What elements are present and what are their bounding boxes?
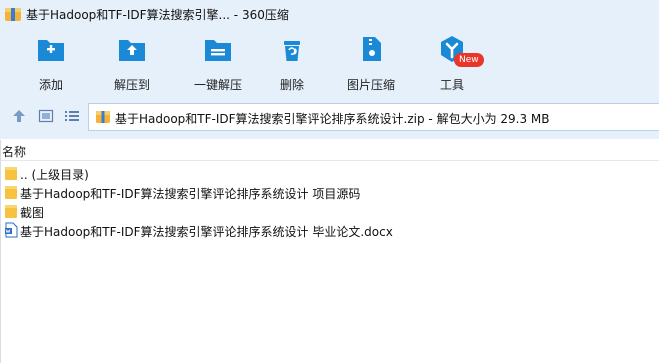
list-item-thesis-docx[interactable]: 基于Hadoop和TF-IDF算法搜索引擎评论排序系统设计 毕业论文.docx [0,221,659,240]
extract-to-button[interactable]: 解压到 [97,33,167,93]
column-header-name[interactable]: 名称 [2,143,26,160]
image-compress-label: 图片压缩 [346,78,395,92]
list-item-parent-directory[interactable]: .. (上级目录) [0,164,659,183]
one-click-extract-button[interactable]: 一键解压 [183,33,253,93]
one-click-extract-label: 一键解压 [193,78,242,92]
add-icon [38,40,64,61]
new-badge: New [454,53,484,67]
thumbnail-view-icon[interactable] [38,108,54,124]
extract-to-label: 解压到 [113,78,150,92]
folder-icon [5,205,17,218]
address-text: 基于Hadoop和TF-IDF算法搜索引擎评论排序系统设计.zip - 解包大小… [115,112,550,126]
tools-label: 工具 [439,78,464,92]
list-item-label: 基于Hadoop和TF-IDF算法搜索引擎评论排序系统设计 毕业论文.docx [20,225,393,239]
window-title: 基于Hadoop和TF-IDF算法搜索引擎... - 360压缩 [26,8,289,22]
toolbar: 添加 解压到 一键解压 删除 图片压缩 工具 New [0,27,659,95]
list-item-label: 基于Hadoop和TF-IDF算法搜索引擎评论排序系统设计 项目源码 [20,187,361,201]
list-left-border [0,140,1,363]
title-bar: 基于Hadoop和TF-IDF算法搜索引擎... - 360压缩 [0,0,659,27]
address-field[interactable]: 基于Hadoop和TF-IDF算法搜索引擎评论排序系统设计.zip - 解包大小… [88,103,659,131]
image-compress-button[interactable]: 图片压缩 [336,33,406,93]
address-bar: 基于Hadoop和TF-IDF算法搜索引擎评论排序系统设计.zip - 解包大小… [0,95,659,139]
add-label: 添加 [38,78,63,92]
one-click-extract-icon [205,40,231,61]
list-item-label: .. (上级目录) [20,168,89,182]
file-list: .. (上级目录) 基于Hadoop和TF-IDF算法搜索引擎评论排序系统设计 … [0,164,659,240]
list-item-label: 截图 [20,206,45,220]
delete-button[interactable]: 删除 [257,33,327,93]
list-item-screenshots-folder[interactable]: 截图 [0,202,659,221]
zip-archive-icon [96,111,110,123]
app-logo-icon [5,8,21,21]
extract-to-icon [119,40,145,61]
folder-icon [5,167,17,180]
column-header-row: 名称 [0,140,659,161]
up-arrow-icon[interactable] [11,108,27,124]
list-view-icon[interactable] [64,108,80,124]
folder-icon [5,186,17,199]
image-compress-icon [363,37,381,61]
delete-label: 删除 [279,78,304,92]
delete-icon [284,41,300,61]
list-item-source-folder[interactable]: 基于Hadoop和TF-IDF算法搜索引擎评论排序系统设计 项目源码 [0,183,659,202]
word-document-icon [5,222,18,238]
add-button[interactable]: 添加 [16,33,86,93]
